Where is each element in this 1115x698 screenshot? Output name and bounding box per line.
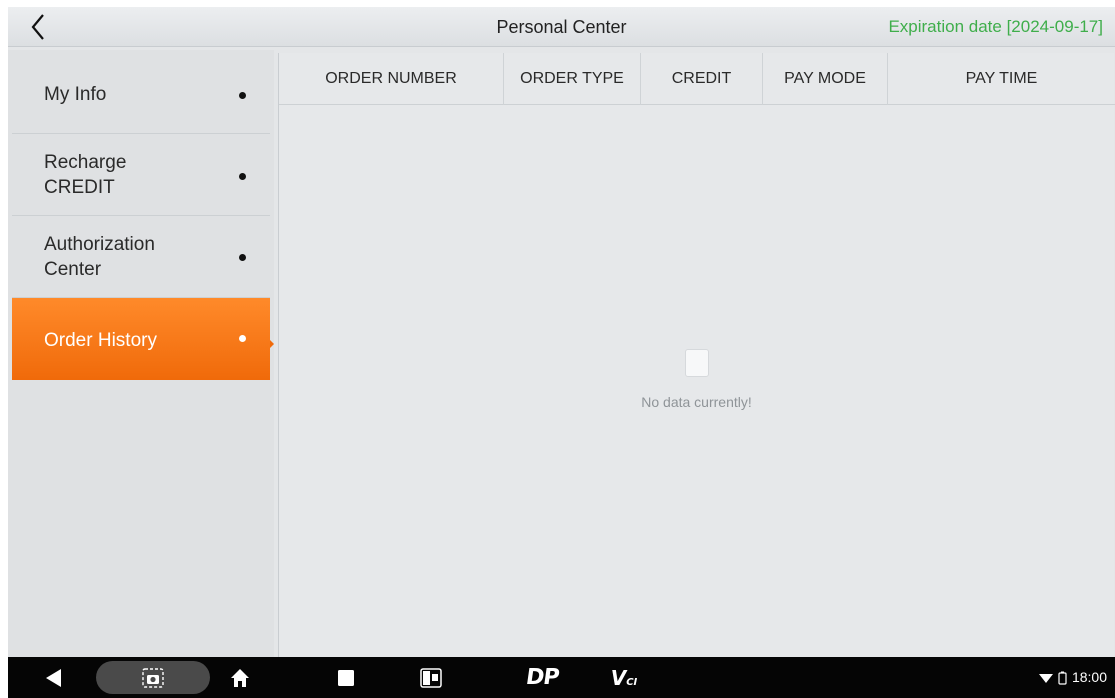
clock: 18:00 xyxy=(1071,669,1107,685)
vci-sublabel: CI xyxy=(626,676,638,688)
dp-logo-icon: DP xyxy=(524,665,560,690)
expiration-date: Expiration date [2024-09-17] xyxy=(888,17,1103,36)
column-header-pay-mode: PAY MODE xyxy=(763,53,888,105)
sidebar-item-label: Authorization Center xyxy=(44,234,155,280)
top-bar: Personal Center Expiration date [2024-09… xyxy=(8,7,1115,47)
column-header-order-type: ORDER TYPE xyxy=(504,53,641,105)
sidebar-item-label: My Info xyxy=(44,84,107,105)
sidebar-item-recharge-credit[interactable]: Recharge CREDIT xyxy=(12,134,270,216)
sidebar-item-my-info[interactable]: My Info xyxy=(12,52,270,134)
system-nav-bar: DP VCI 18:00 xyxy=(8,657,1115,698)
empty-state: No data currently! xyxy=(279,349,1114,410)
column-header-pay-time: PAY TIME xyxy=(965,70,1038,87)
bullet-dot-icon xyxy=(239,92,246,99)
bullet-dot-icon xyxy=(239,173,246,180)
sidebar-item-label: Order History xyxy=(44,330,157,351)
status-area: 18:00 xyxy=(1038,657,1107,698)
recents-icon xyxy=(338,669,354,686)
split-screen-icon xyxy=(420,667,442,688)
nav-back-button[interactable] xyxy=(36,657,72,698)
empty-document-icon xyxy=(684,349,709,377)
bullet-dot-icon xyxy=(239,254,246,261)
empty-message: No data currently! xyxy=(641,394,752,410)
bullet-dot-icon xyxy=(239,335,246,342)
vci-shortcut-button[interactable]: VCI xyxy=(604,657,644,698)
order-history-panel: ORDER NUMBER ORDER TYPE CREDIT PAY MODE … xyxy=(278,53,1115,657)
back-icon xyxy=(46,668,61,687)
vci-label: V xyxy=(610,665,627,690)
battery-icon xyxy=(1058,671,1067,685)
screenshot-button[interactable] xyxy=(135,657,171,698)
sidebar: My Info Recharge CREDIT Authorization Ce… xyxy=(8,50,274,657)
split-screen-button[interactable] xyxy=(413,657,449,698)
wifi-icon xyxy=(1038,673,1053,683)
home-icon xyxy=(231,668,249,687)
column-header-credit: CREDIT xyxy=(641,53,763,105)
sidebar-item-label: Recharge CREDIT xyxy=(44,152,127,198)
sidebar-item-authorization-center[interactable]: Authorization Center xyxy=(12,216,270,298)
nav-home-button[interactable] xyxy=(222,657,258,698)
table-header: ORDER NUMBER ORDER TYPE CREDIT PAY MODE … xyxy=(279,53,1115,105)
column-header-order-number: ORDER NUMBER xyxy=(279,53,504,105)
app-window: Personal Center Expiration date [2024-09… xyxy=(8,7,1115,657)
vci-icon: VCI xyxy=(611,666,638,690)
active-indicator xyxy=(270,340,274,348)
screenshot-icon xyxy=(142,667,164,688)
dp-shortcut-button[interactable]: DP xyxy=(514,657,570,698)
nav-recents-button[interactable] xyxy=(328,657,364,698)
sidebar-item-order-history[interactable]: Order History xyxy=(12,298,270,380)
